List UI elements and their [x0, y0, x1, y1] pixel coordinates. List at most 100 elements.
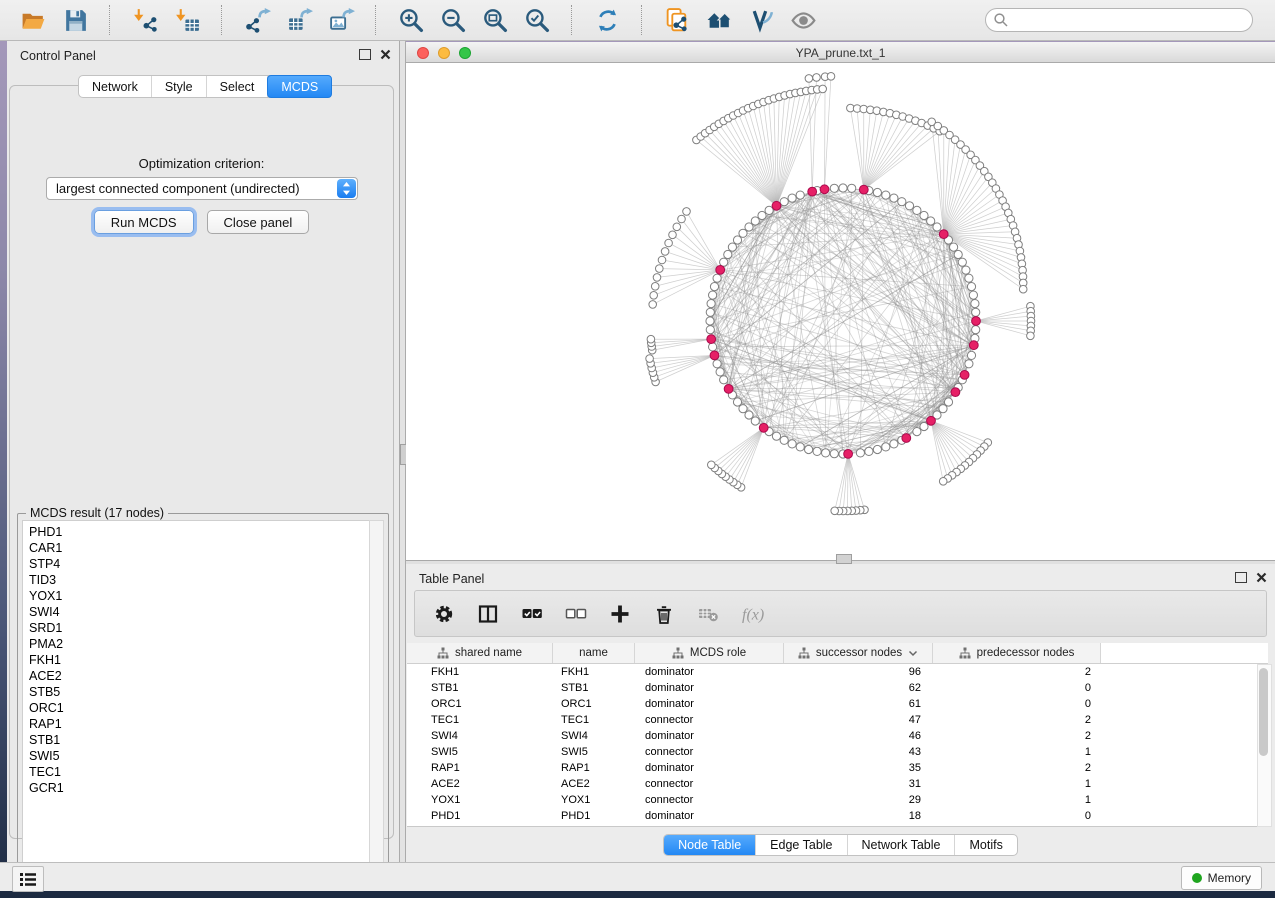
- mcds-result-item[interactable]: ACE2: [29, 668, 369, 684]
- mcds-result-item[interactable]: GCR1: [29, 780, 369, 796]
- table-cell: 2: [933, 760, 1101, 776]
- clone-network-icon[interactable]: [662, 5, 692, 35]
- table-cell: connector: [635, 744, 784, 760]
- mcds-result-item[interactable]: STP4: [29, 556, 369, 572]
- table-cell: 31: [784, 776, 933, 792]
- table-cell: SWI4: [407, 728, 553, 744]
- tab-motifs[interactable]: Motifs: [955, 835, 1016, 855]
- table-row[interactable]: SWI5SWI5connector431: [407, 744, 1268, 760]
- mcds-result-item[interactable]: PMA2: [29, 636, 369, 652]
- column-header-MCDS-role[interactable]: MCDS role: [635, 643, 784, 663]
- export-table-icon[interactable]: [284, 5, 314, 35]
- zoom-in-icon[interactable]: [396, 5, 426, 35]
- horizontal-splitter-handle[interactable]: [836, 554, 852, 564]
- mcds-result-item[interactable]: TEC1: [29, 764, 369, 780]
- open-file-icon[interactable]: [18, 5, 48, 35]
- table-cell: SWI4: [553, 728, 635, 744]
- network-graph[interactable]: [406, 63, 1275, 560]
- tab-network[interactable]: Network: [79, 76, 152, 97]
- svg-text:f(x): f(x): [742, 606, 764, 623]
- run-mcds-button[interactable]: Run MCDS: [94, 210, 194, 234]
- home-icon[interactable]: [704, 5, 734, 35]
- toolbar-separator: [571, 5, 573, 35]
- float-table-panel-icon[interactable]: [1235, 572, 1247, 583]
- memory-button[interactable]: Memory: [1181, 866, 1262, 890]
- vizmapper-icon[interactable]: [746, 5, 776, 35]
- import-table-icon[interactable]: [172, 5, 202, 35]
- tab-style[interactable]: Style: [152, 76, 207, 97]
- vertical-splitter[interactable]: [399, 41, 406, 862]
- import-network-icon[interactable]: [130, 5, 160, 35]
- close-panel-button[interactable]: Close panel: [207, 210, 310, 234]
- table-cell: 2: [933, 728, 1101, 744]
- tab-edge-table[interactable]: Edge Table: [756, 835, 847, 855]
- mcds-result-item[interactable]: SRD1: [29, 620, 369, 636]
- search-input[interactable]: [985, 8, 1253, 32]
- table-cell-empty: [1101, 744, 1268, 760]
- mcds-result-item[interactable]: FKH1: [29, 652, 369, 668]
- table-row[interactable]: RAP1RAP1dominator352: [407, 760, 1268, 776]
- gear-icon[interactable]: [433, 603, 455, 625]
- network-view-canvas[interactable]: [406, 63, 1275, 560]
- add-column-icon[interactable]: [609, 603, 631, 625]
- select-all-icon[interactable]: [521, 603, 543, 625]
- delete-rows-icon[interactable]: [653, 603, 675, 625]
- table-scrollbar[interactable]: [1257, 664, 1272, 827]
- mcds-result-list[interactable]: PHD1CAR1STP4TID3YOX1SWI4SRD1PMA2FKH1ACE2…: [22, 520, 370, 878]
- table-cell: connector: [635, 776, 784, 792]
- optimization-criterion-label: Optimization criterion:: [10, 156, 393, 171]
- tab-mcds[interactable]: MCDS: [267, 75, 332, 98]
- table-row[interactable]: ORC1ORC1dominator610: [407, 696, 1268, 712]
- mcds-result-item[interactable]: TID3: [29, 572, 369, 588]
- tab-network-table[interactable]: Network Table: [848, 835, 956, 855]
- memory-label: Memory: [1208, 871, 1251, 885]
- task-history-button[interactable]: [12, 866, 44, 892]
- column-header-successor-nodes[interactable]: successor nodes: [784, 643, 933, 663]
- mcds-result-scrollbar[interactable]: [369, 520, 384, 878]
- column-header-predecessor-nodes[interactable]: predecessor nodes: [933, 643, 1101, 663]
- mcds-result-item[interactable]: RAP1: [29, 716, 369, 732]
- column-header-name[interactable]: name: [553, 643, 635, 663]
- zoom-selected-icon[interactable]: [522, 5, 552, 35]
- mcds-result-item[interactable]: YOX1: [29, 588, 369, 604]
- split-panel-icon[interactable]: [477, 603, 499, 625]
- tab-node-table[interactable]: Node Table: [664, 835, 756, 855]
- mcds-result-item[interactable]: STB1: [29, 732, 369, 748]
- close-table-panel-icon[interactable]: [1256, 572, 1267, 583]
- table-cell: RAP1: [407, 760, 553, 776]
- table-row[interactable]: STB1STB1dominator620: [407, 680, 1268, 696]
- function-builder-icon: f(x): [741, 603, 771, 625]
- zoom-fit-icon[interactable]: [480, 5, 510, 35]
- column-label: predecessor nodes: [977, 647, 1075, 659]
- mcds-result-item[interactable]: STB5: [29, 684, 369, 700]
- table-row[interactable]: YOX1YOX1connector291: [407, 792, 1268, 808]
- table-cell: TEC1: [407, 712, 553, 728]
- export-network-icon[interactable]: [242, 5, 272, 35]
- mcds-result-item[interactable]: PHD1: [29, 524, 369, 540]
- show-graphics-details-icon[interactable]: [788, 5, 818, 35]
- table-row[interactable]: TEC1TEC1connector472: [407, 712, 1268, 728]
- zoom-out-icon[interactable]: [438, 5, 468, 35]
- table-row[interactable]: PHD1PHD1dominator180: [407, 808, 1268, 824]
- tab-select[interactable]: Select: [207, 76, 269, 97]
- table-cell: 1: [933, 776, 1101, 792]
- mcds-result-item[interactable]: SWI5: [29, 748, 369, 764]
- deselect-all-icon[interactable]: [565, 603, 587, 625]
- optimization-criterion-select[interactable]: largest connected component (undirected): [46, 177, 358, 200]
- table-scrollbar-thumb[interactable]: [1259, 668, 1268, 756]
- float-panel-icon[interactable]: [359, 49, 371, 60]
- table-row[interactable]: ACE2ACE2connector311: [407, 776, 1268, 792]
- mcds-result-item[interactable]: SWI4: [29, 604, 369, 620]
- table-cell: 1: [933, 792, 1101, 808]
- refresh-layout-icon[interactable]: [592, 5, 622, 35]
- mcds-result-item[interactable]: CAR1: [29, 540, 369, 556]
- table-row[interactable]: FKH1FKH1dominator962: [407, 664, 1268, 680]
- export-image-icon[interactable]: [326, 5, 356, 35]
- table-cell: PHD1: [553, 808, 635, 824]
- save-session-icon[interactable]: [60, 5, 90, 35]
- mcds-tab-content: Optimization criterion: largest connecte…: [9, 85, 394, 839]
- table-row[interactable]: SWI4SWI4dominator462: [407, 728, 1268, 744]
- column-header-shared-name[interactable]: shared name: [407, 643, 553, 663]
- close-panel-icon[interactable]: [380, 49, 391, 60]
- mcds-result-item[interactable]: ORC1: [29, 700, 369, 716]
